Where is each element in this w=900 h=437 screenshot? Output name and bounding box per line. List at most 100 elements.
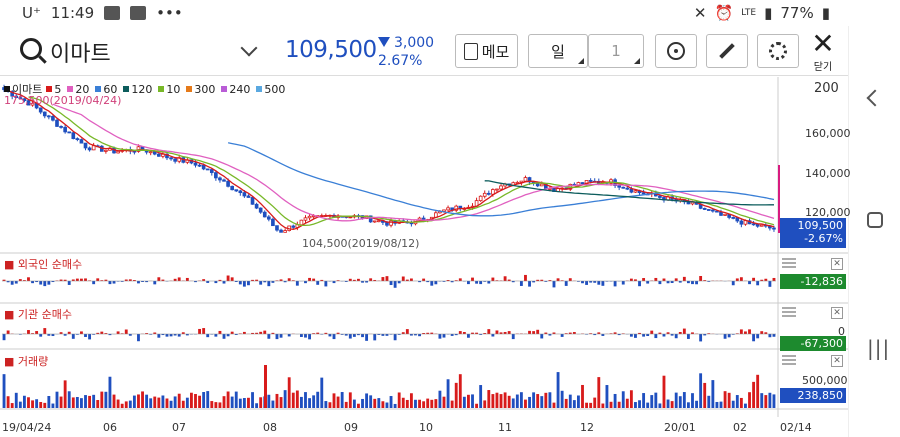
foreign-net-bar xyxy=(621,281,625,285)
foreign-net-bar xyxy=(137,281,140,284)
institution-net-bar xyxy=(678,332,682,334)
foreign-net-bar xyxy=(385,276,389,281)
volume-bar xyxy=(438,390,442,408)
volume-bar xyxy=(247,397,250,408)
foreign-net-bar xyxy=(682,276,686,281)
volume-bar xyxy=(646,402,650,408)
legend-ma-item: 240 xyxy=(221,83,250,96)
period-select[interactable]: 일 xyxy=(528,34,588,68)
candle xyxy=(250,197,255,205)
foreign-net-bar xyxy=(772,277,776,281)
institution-net-bar xyxy=(756,334,760,339)
foreign-net-bar xyxy=(467,281,470,285)
institution-net-bar xyxy=(752,334,756,342)
period-count-input[interactable]: 1 xyxy=(588,34,644,68)
volume-bar xyxy=(291,392,295,408)
institution-net-bar xyxy=(654,334,658,339)
memo-icon xyxy=(463,42,478,60)
foreign-net-bar xyxy=(556,278,560,281)
volume-bar xyxy=(764,395,768,408)
panel-menu-icon[interactable] xyxy=(782,307,796,317)
candle xyxy=(193,162,198,166)
candle xyxy=(629,188,634,193)
foreign-net-bar xyxy=(629,278,633,281)
institution-net-bar xyxy=(157,334,161,338)
image-icon xyxy=(104,6,121,20)
volume-bar xyxy=(234,391,238,408)
volume-bar xyxy=(316,391,320,408)
candle xyxy=(658,195,662,198)
search-icon[interactable] xyxy=(20,38,42,60)
institution-net-bar xyxy=(560,334,564,337)
foreign-net-bar xyxy=(112,281,116,284)
panel-menu-icon[interactable] xyxy=(782,355,796,365)
institution-net-bar xyxy=(491,334,495,337)
panel-menu-icon[interactable] xyxy=(782,258,796,268)
candle xyxy=(258,207,263,213)
foreign-net-bar xyxy=(43,281,47,287)
volume-bar xyxy=(552,402,556,408)
volume-bar xyxy=(304,392,307,408)
foreign-net-bar xyxy=(756,281,760,286)
volume-bar xyxy=(418,399,421,408)
volume-bar xyxy=(141,391,144,408)
volume-bar xyxy=(157,397,161,408)
foreign-net-bar xyxy=(401,276,405,281)
institution-net-bar xyxy=(116,331,120,334)
candle xyxy=(42,111,47,117)
institution-net-bar xyxy=(165,334,169,337)
back-icon[interactable] xyxy=(866,89,884,107)
foreign-net-bar xyxy=(597,281,601,285)
candle xyxy=(91,145,96,151)
current-price-tag: 109,500 -2.67% xyxy=(780,218,846,248)
volume-bar xyxy=(483,400,487,408)
volume-bar xyxy=(255,403,259,408)
institution-net-bar xyxy=(6,330,10,334)
home-icon[interactable] xyxy=(867,212,883,228)
panel-close-icon[interactable]: ✕ xyxy=(831,307,843,319)
foreign-net-bar xyxy=(332,281,336,284)
volume-bar xyxy=(80,398,83,408)
panel-close-icon[interactable]: ✕ xyxy=(831,258,843,270)
institution-net-bar xyxy=(739,329,743,334)
volume-bar xyxy=(173,396,177,408)
draw-button[interactable] xyxy=(706,34,748,68)
foreign-net-bar xyxy=(393,281,397,288)
institution-net-bar xyxy=(352,334,356,337)
volume-bar xyxy=(324,401,328,408)
institution-net-bar xyxy=(202,328,206,334)
institution-net-bar xyxy=(727,334,731,338)
volume-bar xyxy=(230,396,234,408)
foreign-net-bar xyxy=(324,281,328,287)
institution-net-bar xyxy=(760,331,764,334)
panel-close-icon[interactable]: ✕ xyxy=(831,355,843,367)
volume-bar xyxy=(336,396,340,408)
volume-bar xyxy=(381,401,385,408)
volume-panel-title: ■ 거래량 xyxy=(4,355,49,368)
foreign-net-bar xyxy=(381,277,385,281)
volume-bar xyxy=(47,396,51,408)
close-button[interactable]: ✕ 닫기 xyxy=(808,30,838,74)
foreign-net-bar xyxy=(357,278,360,281)
memo-button[interactable]: 메모 xyxy=(455,34,518,68)
recent-apps-icon[interactable]: ||| xyxy=(867,336,890,360)
settings-button[interactable] xyxy=(757,34,799,68)
moving-average-line xyxy=(52,103,775,222)
x-tick-label: 12 xyxy=(580,421,594,434)
candle xyxy=(291,225,296,228)
chart-svg[interactable] xyxy=(0,77,848,437)
volume-bar xyxy=(540,396,544,408)
chart-area[interactable]: 이마트 5 20 60 120 10 300 240 500 175,500(2019/04/… xyxy=(0,77,851,437)
institution-net-bar xyxy=(27,330,30,334)
foreign-net-bar xyxy=(568,278,572,281)
foreign-net-bar xyxy=(80,278,83,281)
candle xyxy=(75,138,80,140)
volume-bar xyxy=(279,397,283,408)
stock-name[interactable]: 이마트 xyxy=(50,36,111,68)
crosshair-button[interactable] xyxy=(655,34,697,68)
candle xyxy=(307,215,312,219)
stock-header: 이마트 109,500 3,000 2.67% 메모 일 1 ✕ 닫기 xyxy=(0,26,848,76)
institution-net-bar xyxy=(393,334,397,341)
institution-net-bar xyxy=(332,334,336,340)
chevron-down-icon[interactable] xyxy=(240,39,258,57)
